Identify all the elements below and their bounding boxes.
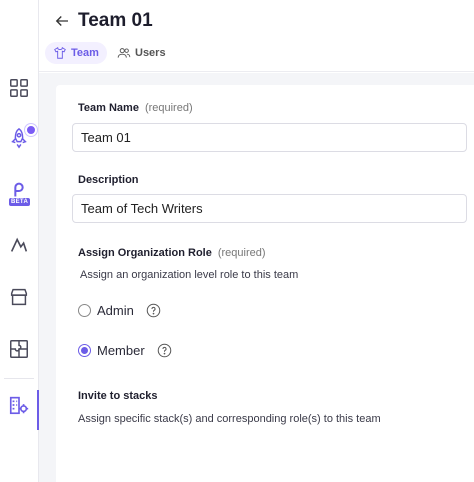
tab-team-label: Team <box>71 47 99 59</box>
launch-icon[interactable] <box>6 232 32 258</box>
grid-icon[interactable] <box>6 75 32 101</box>
radio-dot <box>81 347 88 354</box>
tshirt-icon <box>54 46 66 59</box>
store-icon[interactable] <box>6 284 32 310</box>
team-form-panel: Team Name(required) Description Assign O… <box>56 85 474 482</box>
back-button[interactable] <box>51 10 73 32</box>
role-label: Assign Organization Role (required) <box>78 247 266 259</box>
role-option-member[interactable]: Member <box>78 343 172 358</box>
team-name-input[interactable] <box>72 123 467 152</box>
notification-dot <box>25 124 37 136</box>
help-icon[interactable] <box>146 303 161 318</box>
member-radio[interactable] <box>78 344 91 357</box>
role-option-admin[interactable]: Admin <box>78 303 161 318</box>
page-header: Team 01 Team Users <box>39 0 474 72</box>
role-help-text: Assign an organization level role to thi… <box>80 269 299 281</box>
main-content: Team Name(required) Description Assign O… <box>39 73 474 482</box>
tab-users-label: Users <box>135 47 166 59</box>
page-title: Team 01 <box>78 10 153 31</box>
stacks-help-text: Assign specific stack(s) and correspondi… <box>78 413 381 425</box>
arrow-left-icon <box>55 16 68 26</box>
puzzle-icon[interactable] <box>6 336 32 362</box>
users-icon <box>117 48 131 58</box>
sidebar-divider <box>4 378 34 379</box>
tab-users[interactable]: Users <box>109 42 174 64</box>
stacks-label: Invite to stacks <box>78 390 158 402</box>
required-marker: (required) <box>217 247 266 259</box>
admin-label: Admin <box>97 303 134 318</box>
tab-team[interactable]: Team <box>45 42 107 64</box>
description-input[interactable] <box>72 194 467 223</box>
required-marker: (required) <box>144 102 193 114</box>
admin-radio[interactable] <box>78 304 91 317</box>
team-name-label: Team Name (required) <box>78 102 193 114</box>
org-settings-icon[interactable] <box>6 392 32 418</box>
beta-badge: BETA <box>9 198 31 206</box>
help-icon[interactable] <box>157 343 172 358</box>
description-label: Description <box>78 174 139 186</box>
left-sidebar: BETA <box>0 0 39 482</box>
member-label: Member <box>97 343 145 358</box>
